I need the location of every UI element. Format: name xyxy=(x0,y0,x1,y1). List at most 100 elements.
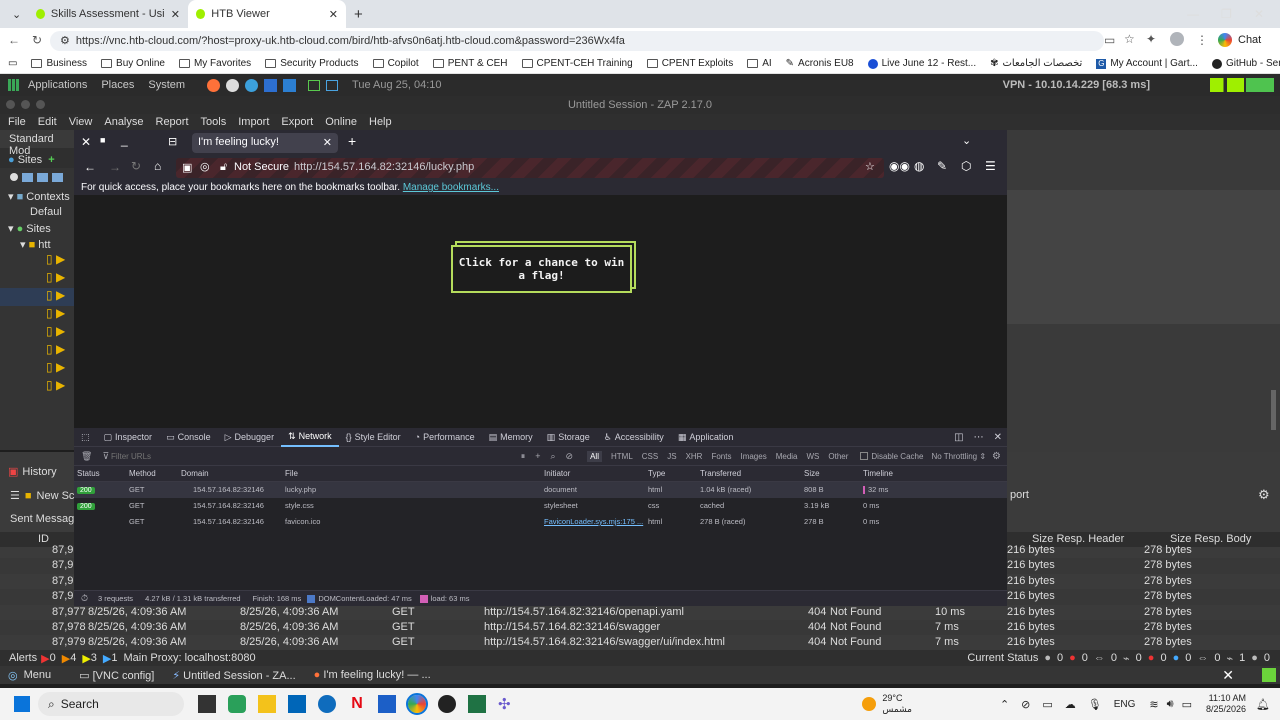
bookmark-cpent-ceh-training[interactable]: CPENT-CEH Training xyxy=(515,58,640,69)
close-window-icon[interactable]: ✕ xyxy=(1254,7,1264,21)
firefox-tab-lucky[interactable]: I'm feeling lucky! ✕ xyxy=(192,133,338,153)
request-row[interactable]: GET 154.57.164.82:32146 favicon.ico Favicon… xyxy=(74,514,1007,530)
tab-console[interactable]: ▭ Console xyxy=(159,428,218,447)
col-method[interactable]: Method xyxy=(129,466,156,482)
col-timeline[interactable]: Timeline xyxy=(863,466,893,482)
chat-button[interactable]: Chat xyxy=(1238,34,1261,46)
toolbar-icon[interactable] xyxy=(37,173,48,182)
volume-icon[interactable]: 🔊︎ xyxy=(1167,698,1174,711)
menu-tools[interactable]: Tools xyxy=(195,116,233,128)
firefox-launcher-icon[interactable] xyxy=(207,78,221,92)
onedrive-icon[interactable]: ☁ xyxy=(1065,698,1076,711)
close-icon[interactable]: ✕ xyxy=(81,135,91,149)
window-close-dot[interactable] xyxy=(6,100,15,109)
file-explorer-icon[interactable] xyxy=(258,695,276,713)
close-icon[interactable]: ✕ xyxy=(329,8,338,21)
new-tab-button[interactable]: + xyxy=(348,133,356,149)
pick-element-icon[interactable]: ⬚ xyxy=(74,428,97,447)
new-scan-button[interactable]: ☰ ■ New Sc xyxy=(10,489,74,503)
bookmark-security-products[interactable]: Security Products xyxy=(258,58,365,69)
store-icon[interactable] xyxy=(288,695,306,713)
vnc-close-icon[interactable]: ✕ xyxy=(1222,667,1234,684)
window-max-dot[interactable] xyxy=(36,100,45,109)
tab-accessibility[interactable]: ♿︎ Accessibility xyxy=(597,428,671,447)
github-desktop-icon[interactable] xyxy=(438,695,456,713)
chevron-up-icon[interactable]: ⌃ xyxy=(1000,698,1009,711)
tree-contexts[interactable]: ▾ ■ Contexts xyxy=(0,188,74,204)
pause-icon[interactable]: ⏸︎ xyxy=(521,451,526,462)
clock[interactable]: 11:10 AM 8/25/2026 xyxy=(1206,693,1246,715)
bookmark-pent-ceh[interactable]: PENT & CEH xyxy=(426,58,515,69)
language-indicator[interactable]: ENG xyxy=(1114,699,1136,710)
tab-application[interactable]: ▦ Application xyxy=(671,428,741,447)
menu-export[interactable]: Export xyxy=(275,116,319,128)
tree-host[interactable]: ▾ ■ htt xyxy=(0,236,74,252)
menu-hamburger-icon[interactable]: ☰ xyxy=(985,159,996,173)
type-filter-other[interactable]: Other xyxy=(828,452,848,461)
tree-node-selected[interactable]: ▯ ▶ xyxy=(0,288,74,306)
system-menu[interactable]: System xyxy=(148,79,185,91)
bookmark-business[interactable]: Business xyxy=(24,58,94,69)
history-tab[interactable]: ▣ History xyxy=(8,465,57,479)
bookmark-arabic[interactable]: ✾ تخصصات الجامعات xyxy=(983,58,1089,69)
add-icon[interactable]: + xyxy=(48,154,54,166)
cast-icon[interactable]: ▭ xyxy=(1104,33,1115,47)
sent-messages-tab[interactable]: Sent Message xyxy=(10,513,80,525)
chrome-tab-htb-viewer[interactable]: HTB Viewer ✕ xyxy=(188,0,346,28)
launcher-icon[interactable] xyxy=(245,78,259,92)
bookmark-copilot[interactable]: Copilot xyxy=(366,58,426,69)
col-status[interactable]: Status xyxy=(77,466,100,482)
new-tab-button[interactable]: + xyxy=(346,0,371,28)
tab-storage[interactable]: ▥ Storage xyxy=(540,428,597,447)
tree-node[interactable]: ▯ ▶ xyxy=(46,270,74,288)
back-icon[interactable]: ← xyxy=(8,33,20,47)
dock-side-icon[interactable]: ◫ xyxy=(954,432,963,443)
tray-icon[interactable]: ▭ xyxy=(1042,698,1052,711)
type-filter-all[interactable]: All xyxy=(587,450,602,462)
block-icon[interactable]: ⊘ xyxy=(566,451,574,462)
tray-icon[interactable]: ⊘ xyxy=(1021,698,1030,711)
minimize-icon[interactable]: _ xyxy=(121,133,128,147)
window-min-dot[interactable] xyxy=(21,100,30,109)
weather[interactable]: 29°C مشمس xyxy=(882,693,912,715)
taskbar-item-zap[interactable]: ⚡︎ Untitled Session - ZA... xyxy=(172,669,295,682)
type-filter-ws[interactable]: WS xyxy=(807,452,820,461)
tab-overview-icon[interactable]: ⊟ xyxy=(168,135,177,148)
wrench-icon[interactable]: ✎ xyxy=(937,159,947,173)
notification-icon[interactable]: 🔔︎ xyxy=(1256,698,1270,711)
type-filter-images[interactable]: Images xyxy=(740,452,766,461)
bookmark-star-icon[interactable]: ☆ xyxy=(1124,32,1135,46)
type-filter-xhr[interactable]: XHR xyxy=(686,452,703,461)
tree-node[interactable]: ▯ ▶ xyxy=(46,360,74,378)
home-icon[interactable]: ⌂ xyxy=(154,159,161,173)
manage-bookmarks-link[interactable]: Manage bookmarks... xyxy=(403,182,499,193)
vnc-menu-button[interactable]: Menu xyxy=(24,669,52,681)
bookmark-gartner[interactable]: G My Account | Gart... xyxy=(1089,58,1205,69)
menu-view[interactable]: View xyxy=(63,116,99,128)
microphone-icon[interactable]: 🎙︎ xyxy=(1088,698,1102,711)
col-transferred[interactable]: Transferred xyxy=(700,466,741,482)
minimize-icon[interactable]: — xyxy=(1187,7,1199,21)
tab-performance[interactable]: ◔ Performance xyxy=(408,428,482,447)
app-icon[interactable]: ✣ xyxy=(498,695,516,713)
terminal-icon[interactable] xyxy=(308,79,321,91)
bookmark-live-june[interactable]: Live June 12 - Rest... xyxy=(861,58,984,69)
windows-start-icon[interactable] xyxy=(14,696,30,712)
type-filter-html[interactable]: HTML xyxy=(611,452,633,461)
settings-gear-icon[interactable]: ⚙ xyxy=(1258,487,1270,503)
col-file[interactable]: File xyxy=(285,466,298,482)
not-secure-label[interactable]: Not Secure xyxy=(234,161,289,173)
outlook-icon[interactable] xyxy=(318,695,336,713)
table-row[interactable]: 87,979 8/25/26, 4:09:36 AM 8/25/26, 4:09:3… xyxy=(0,635,1280,650)
tree-node[interactable]: ▯ ▶ xyxy=(46,342,74,360)
launcher-icon[interactable] xyxy=(283,78,297,92)
col-initiator[interactable]: Initiator xyxy=(544,466,570,482)
bookmark-ai[interactable]: AI xyxy=(740,58,778,69)
col-type[interactable]: Type xyxy=(648,466,665,482)
type-filter-media[interactable]: Media xyxy=(776,452,798,461)
reload-icon[interactable]: ↻ xyxy=(131,159,141,173)
outlook-classic-icon[interactable] xyxy=(378,695,396,713)
battery-icon[interactable]: ▭ xyxy=(1182,698,1192,711)
reload-icon[interactable]: ↻ xyxy=(32,33,42,47)
vscode-icon[interactable] xyxy=(264,78,278,92)
